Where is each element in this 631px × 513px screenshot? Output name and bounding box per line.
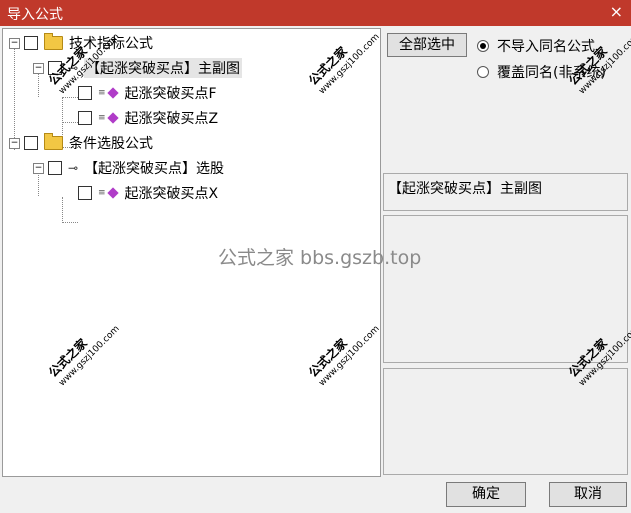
tree-item-label: 起涨突破买点F [124,86,217,102]
collapse-icon[interactable]: − [9,37,20,49]
checkbox[interactable] [78,86,92,100]
list-icon: ≡ [98,188,106,198]
checkbox[interactable] [24,136,38,150]
tree-item-screening[interactable]: − ⊸ 【起涨突破买点】选股 [33,157,224,179]
folder-icon [44,33,63,50]
checkbox[interactable] [24,36,38,50]
tree-item-stock-screening[interactable]: − 条件选股公式 [9,132,153,154]
tree-line [62,222,78,223]
radio-no-import[interactable]: 不导入同名公式 [477,36,595,56]
close-icon[interactable]: × [610,2,623,21]
ok-button[interactable]: 确定 [446,482,526,507]
cancel-button[interactable]: 取消 [549,482,627,507]
diamond-icon [106,112,119,124]
tree-item-label: 起涨突破买点X [124,186,219,202]
list-icon: ≡ [98,88,106,98]
tree-item-label: 【起涨突破买点】主副图 [84,58,243,78]
radio-icon[interactable] [477,40,489,52]
tree-line [62,122,78,123]
collapse-icon[interactable]: − [33,62,44,74]
title-bar: 导入公式 × [0,0,631,26]
formula-description-panel [383,215,628,363]
checkbox[interactable] [78,111,92,125]
tree-item-formula-z[interactable]: ≡ 起涨突破买点Z [78,107,218,129]
tree-item-label: 起涨突破买点Z [124,111,219,127]
diamond-icon [106,87,119,99]
selected-formula-name: 【起涨突破买点】主副图 [388,181,542,197]
tree-item-formula-x[interactable]: ≡ 起涨突破买点X [78,182,218,204]
key-icon: ⊸ [68,161,79,175]
tree-line [62,197,63,223]
list-icon: ≡ [98,113,106,123]
checkbox[interactable] [78,186,92,200]
diamond-icon [106,187,119,199]
checkbox[interactable] [48,161,62,175]
watermark: 公式之家 www.gszj100.com [566,21,631,98]
tree-item-label: 【起涨突破买点】选股 [84,161,225,177]
center-watermark: 公式之家 bbs.gszb.top [218,247,422,269]
tree-item-label: 条件选股公式 [69,136,153,152]
window-title: 导入公式 [7,7,63,23]
tree-item-formula-f[interactable]: ≡ 起涨突破买点F [78,82,217,104]
selected-formula-box: 【起涨突破买点】主副图 [383,173,628,211]
folder-icon [44,133,63,150]
select-all-button[interactable]: 全部选中 [387,33,467,57]
radio-icon[interactable] [477,66,489,78]
radio-label: 不导入同名公式 [497,39,595,55]
collapse-icon[interactable]: − [9,137,20,149]
collapse-icon[interactable]: − [33,162,44,174]
